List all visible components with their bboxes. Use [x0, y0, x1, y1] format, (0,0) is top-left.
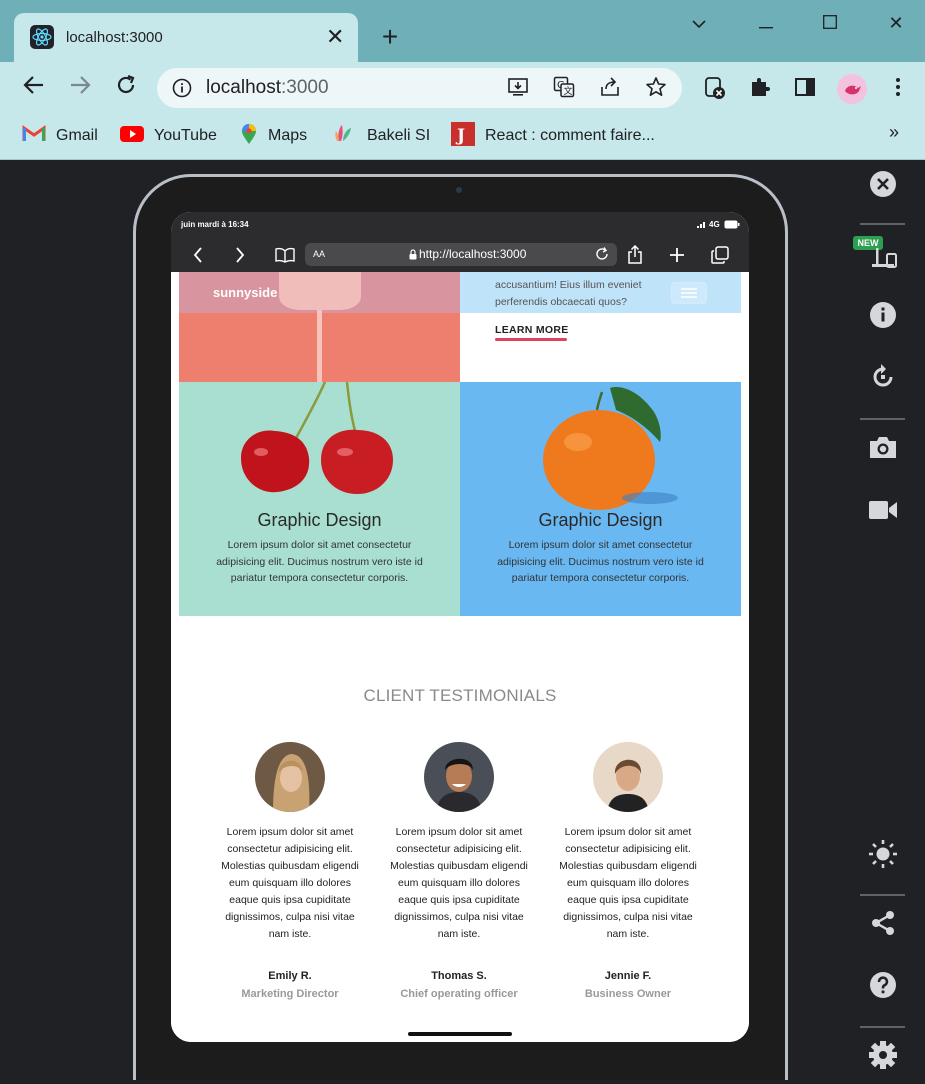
gmail-icon: [22, 124, 46, 148]
safari-url: http://localhost:3000: [419, 247, 527, 261]
bookmark-gmail[interactable]: Gmail: [22, 124, 98, 148]
testimonial-role: Business Owner: [584, 988, 672, 1000]
battery-icon: [724, 220, 740, 231]
text-size-button[interactable]: AA: [313, 249, 325, 259]
close-tab-icon[interactable]: ✕: [326, 24, 344, 50]
signal-icon: [697, 221, 707, 230]
info-icon[interactable]: [862, 301, 904, 343]
brightness-icon[interactable]: [862, 839, 904, 881]
orange-image: [543, 387, 678, 510]
extensions-puzzle-icon[interactable]: [747, 76, 773, 102]
testimonial-quote: Lorem ipsum dolor sit amet consectetur a…: [559, 826, 697, 940]
bakeli-icon: [333, 123, 357, 150]
rotate-icon[interactable]: [862, 363, 904, 405]
safari-toolbar: AA http://localhost:3000: [171, 238, 749, 272]
share-icon[interactable]: [597, 76, 623, 102]
device-toggle-icon[interactable]: [862, 242, 904, 284]
hero-text: accusantium! Eius illum eveniet perferen…: [495, 279, 642, 308]
close-panel-icon[interactable]: [862, 170, 904, 212]
record-video-icon[interactable]: [862, 494, 904, 536]
maps-icon: [240, 123, 258, 150]
safari-new-tab-icon[interactable]: [669, 247, 685, 268]
card-text: Lorem ipsum dolor sit amet consectetur a…: [497, 539, 704, 584]
home-indicator[interactable]: [408, 1032, 512, 1036]
testimonial-name: Thomas S.: [431, 970, 487, 982]
help-icon[interactable]: [862, 971, 904, 1013]
url-text[interactable]: localhost:3000: [206, 77, 329, 99]
avatar-emily: [255, 742, 325, 812]
ios-status-bar: juin mardi à 16:34 4G: [171, 212, 749, 238]
lock-icon: [409, 249, 417, 263]
safari-tabs-icon[interactable]: [711, 246, 729, 269]
settings-gear-icon[interactable]: [862, 1040, 904, 1082]
learn-more-underline: [495, 338, 567, 341]
more-bookmarks-button[interactable]: »: [889, 122, 899, 143]
close-window-button[interactable]: ✕: [881, 10, 911, 36]
bookmark-bakeli[interactable]: Bakeli SI: [333, 123, 430, 150]
testimonial-name: Emily R.: [268, 970, 312, 982]
site-info-icon[interactable]: [172, 78, 192, 98]
safari-reload-icon[interactable]: [595, 247, 609, 264]
front-camera: [456, 187, 462, 193]
back-button[interactable]: [20, 74, 48, 102]
avatar-jennie: [593, 742, 663, 812]
tab-title: localhost:3000: [66, 29, 163, 46]
tab-search-icon[interactable]: [684, 10, 714, 36]
safari-forward-icon[interactable]: [235, 247, 245, 268]
youtube-icon: [120, 125, 144, 148]
bookmark-react-article[interactable]: J React : comment faire...: [451, 121, 655, 147]
testimonial-quote: Lorem ipsum dolor sit amet consectetur a…: [390, 826, 528, 940]
extension-disabled-icon[interactable]: [702, 76, 728, 102]
testimonial-card: Lorem ipsum dolor sit amet consectetur a…: [384, 742, 534, 1000]
status-time: juin mardi à 16:34: [181, 220, 249, 229]
translate-icon[interactable]: G文: [551, 76, 577, 102]
testimonial-role: Chief operating officer: [400, 988, 518, 1000]
bookmark-star-icon[interactable]: [643, 76, 669, 102]
avatar-thomas: [424, 742, 494, 812]
graphic-design-card-cherries: Graphic Design Lorem ipsum dolor sit ame…: [179, 382, 460, 616]
maximize-button[interactable]: [815, 10, 845, 36]
new-tab-button[interactable]: +: [378, 22, 402, 52]
forward-button[interactable]: [66, 74, 94, 102]
install-app-icon[interactable]: [505, 76, 531, 102]
reload-button[interactable]: [112, 74, 140, 102]
panel-divider: [860, 1026, 905, 1028]
share-network-icon[interactable]: [862, 909, 904, 951]
safari-share-icon[interactable]: [627, 244, 643, 270]
learn-more-link[interactable]: LEARN MORE: [495, 324, 569, 336]
network-label: 4G: [709, 220, 720, 229]
screenshot-camera-icon[interactable]: [862, 432, 904, 474]
card-title: Graphic Design: [257, 510, 382, 530]
chrome-menu-icon[interactable]: [885, 76, 911, 102]
hamburger-menu-button[interactable]: [671, 282, 707, 304]
testimonial-role: Marketing Director: [241, 988, 339, 1000]
bookmark-youtube[interactable]: YouTube: [120, 125, 217, 147]
testimonial-name: Jennie F.: [604, 970, 652, 982]
profile-avatar[interactable]: [837, 74, 867, 104]
card-title: Graphic Design: [538, 510, 663, 530]
react-icon: [30, 25, 54, 49]
side-panel-icon[interactable]: [792, 76, 818, 102]
cherries-image: [241, 382, 393, 494]
site-logo[interactable]: sunnyside: [213, 285, 277, 300]
card-text: Lorem ipsum dolor sit amet consectetur a…: [216, 539, 423, 584]
safari-address-bar[interactable]: AA http://localhost:3000: [305, 243, 617, 266]
bookmark-maps[interactable]: Maps: [240, 123, 307, 150]
testimonial-card: Lorem ipsum dolor sit amet consectetur a…: [553, 742, 703, 1000]
testimonial-card: Lorem ipsum dolor sit amet consectetur a…: [215, 742, 365, 1000]
device-screen: juin mardi à 16:34 4G AA http://localhos…: [171, 212, 749, 1042]
panel-divider: [860, 418, 905, 420]
web-page: accusantium! Eius illum eveniet perferen…: [171, 272, 749, 1042]
svg-text:文: 文: [564, 85, 573, 97]
reader-book-icon[interactable]: [275, 247, 295, 268]
testimonials-heading: CLIENT TESTIMONIALS: [363, 686, 557, 705]
j-icon: J: [451, 121, 475, 151]
testimonial-quote: Lorem ipsum dolor sit amet consectetur a…: [221, 826, 359, 940]
panel-divider: [860, 223, 905, 225]
svg-text:J: J: [455, 126, 465, 146]
graphic-design-card-orange: Graphic Design Lorem ipsum dolor sit ame…: [460, 382, 741, 616]
safari-back-icon[interactable]: [193, 247, 203, 268]
panel-divider: [860, 894, 905, 896]
minimize-button[interactable]: [751, 10, 781, 36]
